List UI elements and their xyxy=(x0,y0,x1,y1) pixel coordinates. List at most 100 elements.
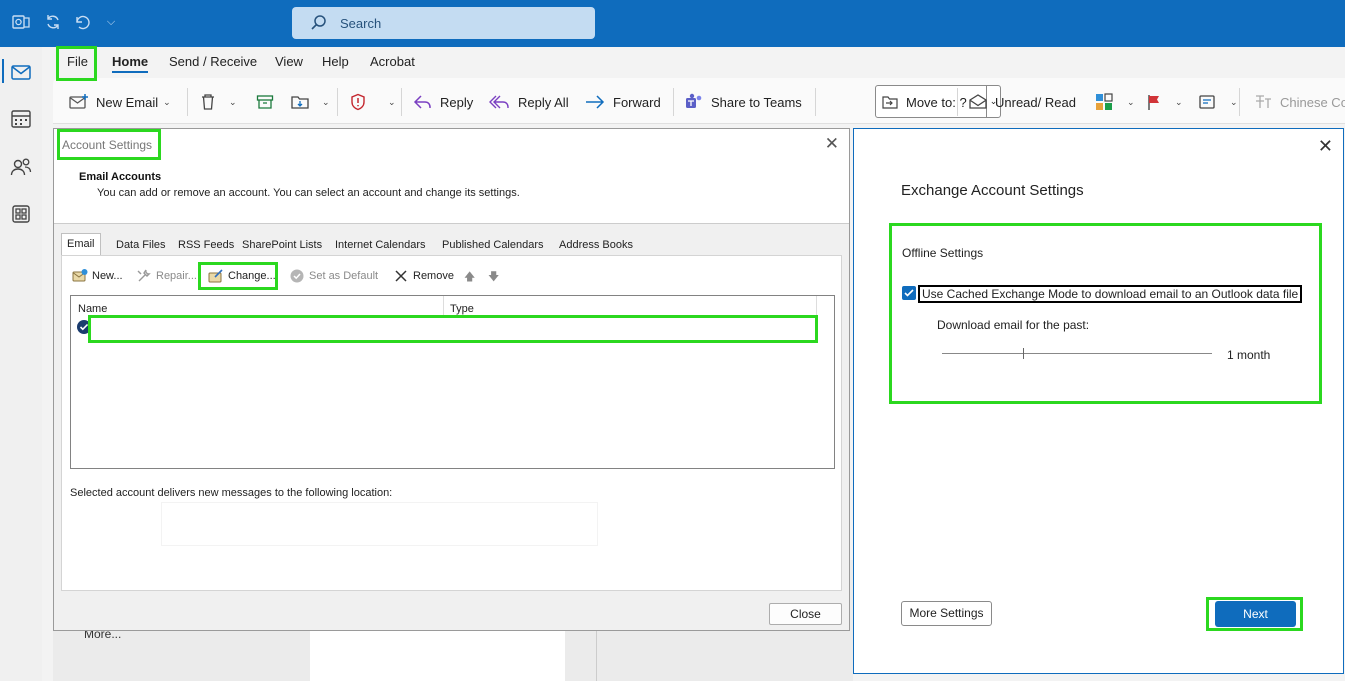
forward-button[interactable]: Forward xyxy=(584,91,661,113)
close-icon[interactable]: ✕ xyxy=(1318,137,1333,155)
teams-icon xyxy=(686,93,702,108)
calendar-icon[interactable] xyxy=(8,106,34,132)
change-icon xyxy=(208,269,223,283)
dialog-header: Email Accounts You can add or remove an … xyxy=(54,161,849,224)
close-icon[interactable]: ✕ xyxy=(825,135,839,152)
categorize-button[interactable]: ⌄ xyxy=(1095,91,1135,113)
cached-mode-label[interactable]: Use Cached Exchange Mode to download ema… xyxy=(918,285,1303,303)
column-divider xyxy=(816,296,817,316)
tab-published-calendars[interactable]: Published Calendars xyxy=(437,235,549,255)
download-period-slider[interactable] xyxy=(942,353,1212,354)
tab-address-books[interactable]: Address Books xyxy=(554,235,638,255)
close-button[interactable]: Close xyxy=(769,603,842,625)
ribbon-divider xyxy=(673,88,674,116)
share-to-teams-label: Share to Teams xyxy=(711,94,802,110)
chevron-down-icon[interactable]: ⌄ xyxy=(322,97,330,108)
new-email-label: New Email xyxy=(96,94,159,110)
new-email-button[interactable]: New Email ⌄ xyxy=(69,91,171,113)
rail-active-indicator xyxy=(2,59,4,83)
cached-mode-checkbox[interactable] xyxy=(902,286,916,300)
tab-email[interactable]: Email xyxy=(61,233,101,255)
next-button[interactable]: Next xyxy=(1215,601,1296,627)
shield-icon xyxy=(351,93,365,111)
repair-button[interactable]: Repair... xyxy=(136,268,197,284)
follow-up-button[interactable]: ⌄ xyxy=(1145,91,1183,113)
chevron-down-icon[interactable]: ⌄ xyxy=(1175,97,1183,108)
reply-button[interactable]: Reply xyxy=(413,91,473,113)
chevron-down-icon[interactable]: ⌄ xyxy=(1230,97,1238,108)
chinese-conversion-button[interactable]: Chinese Co xyxy=(1253,91,1345,113)
move-to-content: Move to: ? xyxy=(881,91,967,113)
set-as-default-button[interactable]: Set as Default xyxy=(289,268,378,284)
share-to-teams-button[interactable]: Share to Teams xyxy=(684,91,802,113)
ribbon-divider xyxy=(1239,88,1240,116)
chevron-down-icon[interactable]: ⌄ xyxy=(163,97,171,108)
column-header-name[interactable]: Name xyxy=(78,303,107,315)
reply-all-button[interactable]: Reply All xyxy=(489,91,569,113)
chevron-down-icon[interactable]: ⌄ xyxy=(1127,97,1135,108)
dialog-title: Account Settings xyxy=(62,138,153,152)
new-email-icon xyxy=(69,94,88,109)
rules-button[interactable]: ⌄ xyxy=(1198,91,1238,113)
unread-read-button[interactable]: Unread/ Read xyxy=(968,91,1076,113)
tab-sharepoint-lists[interactable]: SharePoint Lists xyxy=(237,235,327,255)
chevron-down-icon[interactable]: ⌄ xyxy=(388,97,396,108)
email-accounts-description: You can add or remove an account. You ca… xyxy=(97,187,520,199)
apps-icon[interactable] xyxy=(8,201,34,227)
sync-icon[interactable] xyxy=(44,13,62,31)
archive-button[interactable] xyxy=(256,91,281,113)
email-accounts-heading: Email Accounts xyxy=(79,171,162,183)
new-account-button[interactable]: New... xyxy=(72,268,123,284)
tab-view[interactable]: View xyxy=(275,54,303,69)
delivery-location-box xyxy=(161,502,598,546)
chevron-down-icon[interactable]: ⌄ xyxy=(229,97,237,108)
remove-button[interactable]: Remove xyxy=(393,268,454,284)
navigation-rail xyxy=(0,47,42,681)
repair-label: Repair... xyxy=(156,270,197,282)
new-account-icon xyxy=(72,269,88,282)
tab-help[interactable]: Help xyxy=(322,54,349,69)
tab-acrobat[interactable]: Acrobat xyxy=(370,54,415,69)
reply-label: Reply xyxy=(440,94,474,110)
delete-button[interactable]: ⌄ xyxy=(199,91,237,113)
new-account-label: New... xyxy=(92,270,123,282)
column-header-type[interactable]: Type xyxy=(450,303,474,315)
change-button[interactable]: Change... xyxy=(208,268,276,284)
tab-data-files[interactable]: Data Files xyxy=(111,235,171,255)
delivery-location-label: Selected account delivers new messages t… xyxy=(70,487,393,499)
ribbon-divider xyxy=(401,88,402,116)
change-label: Change... xyxy=(228,270,276,282)
slider-thumb[interactable] xyxy=(1023,348,1024,359)
search-box[interactable]: Search xyxy=(292,7,595,39)
tab-rss-feeds[interactable]: RSS Feeds xyxy=(173,235,239,255)
ribbon: New Email ⌄ ⌄ ⌄ ⌄ Reply Reply All Forward… xyxy=(53,78,1345,124)
move-to-icon xyxy=(882,96,898,109)
dialog-title-bar: Account Settings ✕ xyxy=(54,129,849,161)
people-icon[interactable] xyxy=(8,154,34,180)
ribbon-divider xyxy=(815,88,816,116)
set-as-default-label: Set as Default xyxy=(309,270,379,282)
forward-label: Forward xyxy=(613,94,661,110)
search-icon xyxy=(310,14,328,32)
quick-access-dropdown-icon[interactable]: ⌵ xyxy=(102,13,120,31)
more-settings-button[interactable]: More Settings xyxy=(901,601,992,626)
mail-icon[interactable] xyxy=(8,59,34,85)
offline-settings-heading: Offline Settings xyxy=(902,246,984,260)
move-down-icon[interactable]: 🡇 xyxy=(488,268,499,287)
download-email-label: Download email for the past: xyxy=(937,318,1090,332)
move-button[interactable]: ⌄ xyxy=(290,91,330,113)
report-button[interactable]: ⌄ xyxy=(349,91,396,113)
background-message-area xyxy=(310,628,565,681)
undo-icon[interactable] xyxy=(73,13,91,31)
rules-icon xyxy=(1199,95,1215,109)
tab-file[interactable]: File xyxy=(67,54,88,69)
tab-internet-calendars[interactable]: Internet Calendars xyxy=(330,235,431,255)
account-list[interactable]: Name Type xyxy=(70,295,835,469)
email-tab-panel: New... Repair... Change... Set as Defaul… xyxy=(61,255,842,591)
column-divider xyxy=(443,296,444,316)
tab-send-receive[interactable]: Send / Receive xyxy=(169,54,257,69)
remove-label: Remove xyxy=(413,270,454,282)
move-up-icon[interactable]: 🡅 xyxy=(464,268,475,287)
tab-home[interactable]: Home xyxy=(112,54,149,73)
title-bar: ⌵ Search xyxy=(0,0,1345,47)
